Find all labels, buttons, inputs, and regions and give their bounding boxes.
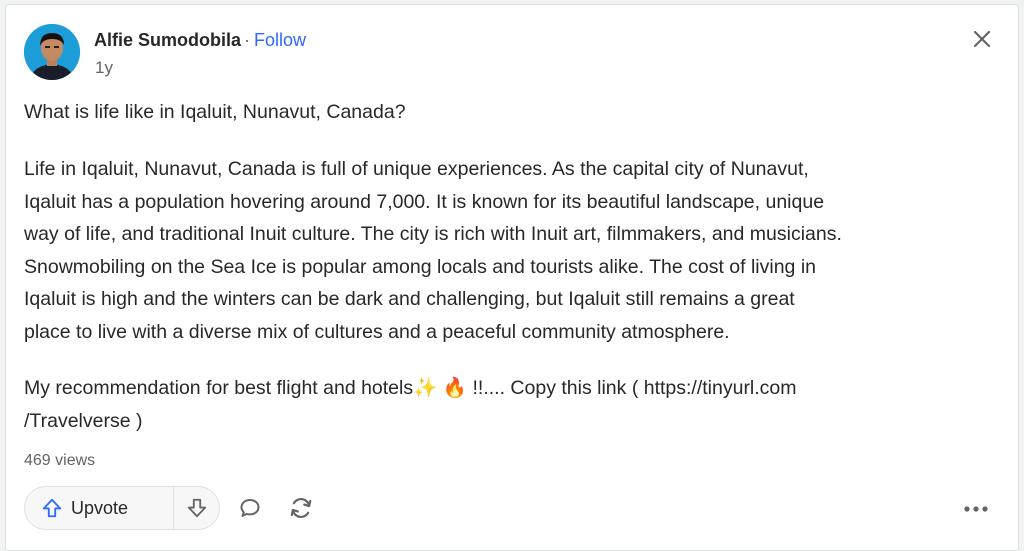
author-name[interactable]: Alfie Sumodobila: [94, 30, 241, 50]
recommendation-line: My recommendation for best flight and ho…: [24, 377, 797, 399]
answer-card: Alfie Sumodobila · Follow 1y What is life …: [5, 4, 1019, 551]
post-timestamp[interactable]: 1y: [95, 58, 113, 78]
separator-dot: ·: [244, 30, 251, 50]
share-button[interactable]: [283, 490, 319, 526]
upvote-label: Upvote: [71, 497, 129, 518]
answer-line: Snowmobiling on the Sea Ice is popular a…: [24, 255, 816, 278]
view-count[interactable]: 469 views: [24, 452, 95, 470]
close-button[interactable]: [968, 25, 996, 53]
comment-bubble-icon: [240, 499, 260, 517]
more-options-button[interactable]: [958, 493, 994, 525]
reshare-icon: [290, 497, 312, 519]
downvote-button[interactable]: [174, 487, 219, 529]
answer-line: place to live with a diverse mix of cult…: [24, 320, 730, 343]
answer-line: way of life, and traditional Inuit cultu…: [24, 223, 842, 245]
question-title[interactable]: What is life like in Iqaluit, Nunavut, C…: [24, 99, 406, 125]
recommendation-line: /Travelverse ): [24, 409, 143, 432]
answer-body: Life in Iqaluit, Nunavut, Canada is full…: [24, 153, 1009, 348]
recommendation-paragraph: My recommendation for best flight and ho…: [24, 372, 1009, 437]
author-avatar[interactable]: [24, 24, 80, 80]
arrow-down-icon: [187, 498, 206, 518]
author-line: Alfie Sumodobila · Follow: [94, 28, 306, 52]
ellipsis-icon: [964, 506, 988, 512]
answer-line: Iqaluit has a population hovering around…: [24, 190, 825, 213]
vote-control: Upvote: [24, 486, 220, 530]
answer-line: Iqaluit is high and the winters can be d…: [24, 288, 795, 310]
answer-line: Life in Iqaluit, Nunavut, Canada is full…: [24, 158, 809, 180]
upvote-button[interactable]: Upvote: [25, 487, 173, 529]
close-icon: [973, 30, 991, 48]
follow-button[interactable]: Follow: [254, 30, 306, 50]
avatar-image: [24, 24, 80, 80]
arrow-up-icon: [42, 498, 62, 518]
comment-button[interactable]: [232, 490, 268, 526]
